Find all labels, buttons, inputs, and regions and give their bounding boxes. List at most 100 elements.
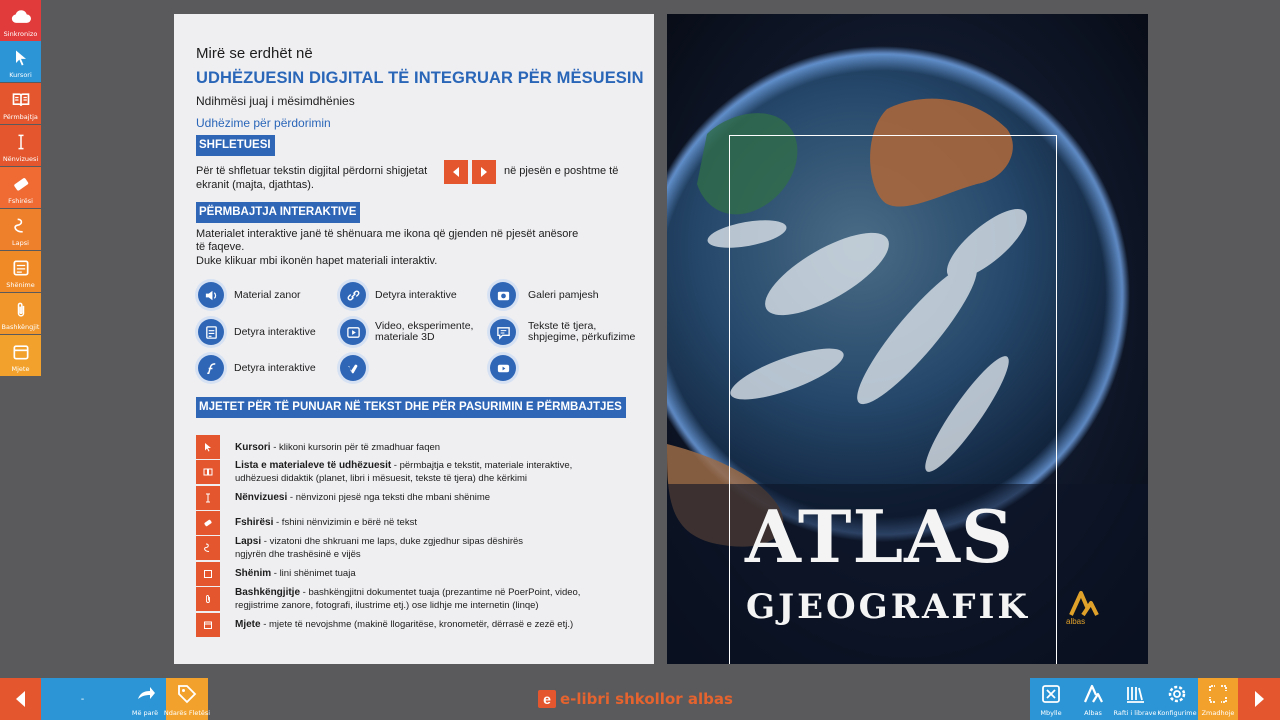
bookshelf-button[interactable]: Rafti i librave — [1113, 678, 1157, 720]
left-arrow-icon — [453, 167, 459, 177]
tool-cursor-desc: - klikoni kursorin për të zmadhuar faqen — [270, 442, 441, 453]
text-cursor-icon — [206, 493, 210, 503]
interactive-text-3: Duke klikuar mbi ikonën hapet materiali … — [196, 255, 438, 267]
book-icon — [203, 468, 213, 476]
highlighter-button[interactable]: Nënvizuesi — [0, 125, 41, 166]
speaker-icon — [205, 290, 216, 300]
tool-note-desc: - lini shënimet tuaja — [271, 568, 356, 579]
section-browser-heading: SHFLETUESI — [196, 135, 275, 156]
left-arrow-icon — [15, 691, 25, 707]
tool-content-desc-2: udhëzuesi didaktik (planet, libri i mësu… — [235, 473, 527, 484]
guide-subtitle: Ndihmësi juaj i mësimdhënies — [196, 94, 355, 108]
page-indicator[interactable]: - — [41, 678, 124, 720]
tool-content-text: Lista e materialeve të udhëzuesit - përm… — [235, 460, 572, 473]
albas-logo-icon — [1083, 684, 1103, 703]
close-button[interactable]: Mbylle — [1030, 678, 1072, 720]
tool-attach-name: Bashkëngjitje — [235, 587, 301, 598]
link-icon-badge — [337, 279, 369, 311]
text-cursor-icon — [18, 134, 23, 150]
right-page-cover[interactable]: ATLAS GJEOGRAFIK albas — [667, 14, 1148, 664]
tool-pencil-desc: - vizatoni dhe shkruani me laps, duke zg… — [261, 536, 524, 547]
tool-attach-desc: - bashkëngjitni dokumentet tuaja (prezan… — [300, 587, 581, 598]
tool-attach-badge — [196, 587, 220, 611]
highlighter-label: Nënvizuesi — [2, 155, 39, 163]
e-logo-icon: e — [538, 690, 556, 708]
pencil-button[interactable]: Lapsi — [0, 209, 41, 250]
tools-button[interactable]: Mjete — [0, 335, 41, 376]
tool-pencil-name: Lapsi — [235, 536, 262, 547]
left-page: Mirë se erdhët në UDHËZUESIN DIGJITAL TË… — [174, 14, 654, 664]
settings-button[interactable]: Konfigurime — [1156, 678, 1198, 720]
form-icon-badge — [195, 316, 227, 348]
chat-icon-badge — [487, 316, 519, 348]
browser-text-3: ekranit (majta, djathtas). — [196, 179, 314, 191]
left-toolbar: Sinkronizo Kursori Përmbajtja Nënvizuesi… — [0, 0, 41, 376]
eraser-icon — [13, 178, 28, 191]
brand-logo: e e-libri shkollor albas — [538, 690, 733, 708]
tool-highlighter-desc: - nënvizoni pjesë nga teksti dhe mbani s… — [287, 492, 491, 503]
section-interactive-heading: PËRMBAJTJA INTERAKTIVE — [196, 202, 361, 223]
icon-label-text-2: shpjegime, përkufizime — [528, 331, 636, 343]
icon-label-audio: Material zanor — [234, 289, 301, 301]
cover-publisher: albas — [1066, 617, 1086, 626]
tool-pencil-desc-2: ngjyrën dhe trashësinë e vijës — [235, 549, 361, 560]
note-icon — [13, 260, 28, 276]
sync-label: Sinkronizo — [3, 30, 38, 38]
tool-highlighter-text: Nënvizuesi - nënvizoni pjesë nga teksti … — [235, 492, 490, 505]
welcome-text: Mirë se erdhët në — [196, 45, 313, 62]
bookmark-button[interactable]: Ndarës Fletësi — [164, 678, 210, 720]
flash-icon — [206, 362, 215, 374]
tool-note-text: Shënim - lini shënimet tuaja — [235, 568, 356, 581]
tool-pencil-text: Lapsi - vizatoni dhe shkruani me laps, d… — [235, 536, 523, 549]
tag-icon — [178, 685, 197, 704]
right-arrow-icon — [481, 167, 487, 177]
tool-eraser-desc: - fshini nënvizimin e bërë në tekst — [273, 517, 417, 528]
flash-icon-badge — [195, 352, 227, 384]
eraser-button[interactable]: Fshirësi — [0, 167, 41, 208]
prev-arrow-sample — [444, 160, 468, 184]
camera-icon-badge — [487, 279, 519, 311]
tool-eraser-name: Fshirësi — [235, 517, 274, 528]
paperclip-icon — [17, 302, 24, 317]
browser-text-2: në pjesën e poshtme të — [504, 165, 619, 177]
guide-title: UDHËZUESIN DIGJITAL TË INTEGRUAR PËR MËS… — [196, 69, 644, 87]
youtube-icon — [497, 364, 509, 372]
next-page-button[interactable] — [1238, 678, 1280, 720]
sync-button[interactable]: Sinkronizo — [0, 0, 41, 41]
tool-cursor-name: Kursori — [235, 442, 271, 453]
attach-label: Bashkëngjit — [1, 323, 40, 331]
next-arrow-sample — [472, 160, 496, 184]
fullscreen-button[interactable]: Zmadhoje — [1198, 678, 1238, 720]
cursor-icon — [15, 50, 26, 66]
camera-icon — [497, 291, 509, 300]
back-button[interactable]: Më parë — [124, 678, 166, 720]
notes-button[interactable]: Shënime — [0, 251, 41, 292]
tool-tools-text: Mjete - mjete të nevojshme (makinë lloga… — [235, 619, 573, 632]
icon-label-video-2: materiale 3D — [375, 331, 435, 343]
interactive-text-1: Materialet interaktive janë të shënuara … — [196, 228, 579, 240]
cover-subtitle: GJEOGRAFIK — [746, 587, 1030, 627]
speaker-icon-badge — [195, 279, 227, 311]
bookshelf-label: Rafti i librave — [1113, 709, 1157, 717]
brand-text: e-libri shkollor albas — [560, 690, 733, 708]
prev-page-button[interactable] — [0, 678, 41, 720]
content-label: Përmbajtja — [3, 113, 38, 121]
note-icon — [204, 570, 212, 578]
tool-tools-badge — [196, 613, 220, 637]
eraser-label: Fshirësi — [8, 197, 33, 205]
albas-button[interactable]: Albas — [1072, 678, 1114, 720]
video-icon — [346, 326, 360, 338]
eraser-icon — [204, 519, 212, 527]
content-button[interactable]: Përmbajtja — [0, 83, 41, 124]
albas-label: Albas — [1084, 709, 1102, 717]
vimeo-icon-badge — [337, 352, 369, 384]
link-icon — [347, 290, 359, 300]
fullscreen-label: Zmadhoje — [1201, 709, 1235, 717]
tool-attach-desc-2: regjistrime zanore, fotografi, ilustrime… — [235, 600, 539, 611]
cursor-button[interactable]: Kursori — [0, 41, 41, 82]
tool-content-badge — [196, 460, 220, 484]
bookshelf-icon — [1127, 687, 1144, 703]
attach-button[interactable]: Bashkëngjit — [0, 293, 41, 334]
tool-highlighter-badge — [196, 486, 220, 510]
icon-label-gallery: Galeri pamjesh — [528, 289, 599, 301]
